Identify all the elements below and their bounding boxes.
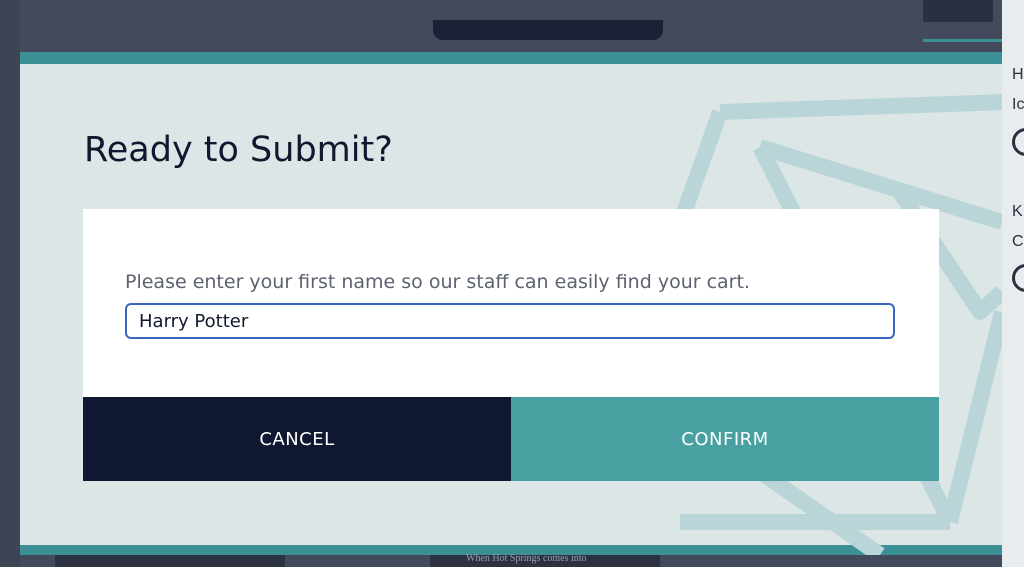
background-letter: H xyxy=(1012,66,1024,83)
background-thumbnail xyxy=(923,0,993,22)
modal-top-border xyxy=(20,52,1002,64)
first-name-input[interactable] xyxy=(125,303,895,339)
background-letter: Ic xyxy=(1012,96,1024,113)
name-prompt: Please enter your first name so our staf… xyxy=(125,271,750,293)
background-right-strip: H Ic K C xyxy=(1002,0,1024,567)
background-letter: K xyxy=(1012,203,1023,220)
background-circle-button xyxy=(1012,264,1024,292)
modal-title: Ready to Submit? xyxy=(84,130,393,170)
background-header-pill xyxy=(433,20,663,40)
background-caption: When Hot Springs comes into xyxy=(466,553,587,564)
name-entry-panel: Please enter your first name so our staf… xyxy=(83,209,939,397)
background-letter: C xyxy=(1012,233,1024,250)
cancel-button[interactable]: CANCEL xyxy=(83,397,511,481)
confirm-button[interactable]: CONFIRM xyxy=(511,397,939,481)
background-circle-button xyxy=(1012,128,1024,156)
background-card xyxy=(0,0,20,567)
submit-modal: Ready to Submit? Please enter your first… xyxy=(20,52,1002,555)
background-lower-card-left xyxy=(55,555,285,567)
